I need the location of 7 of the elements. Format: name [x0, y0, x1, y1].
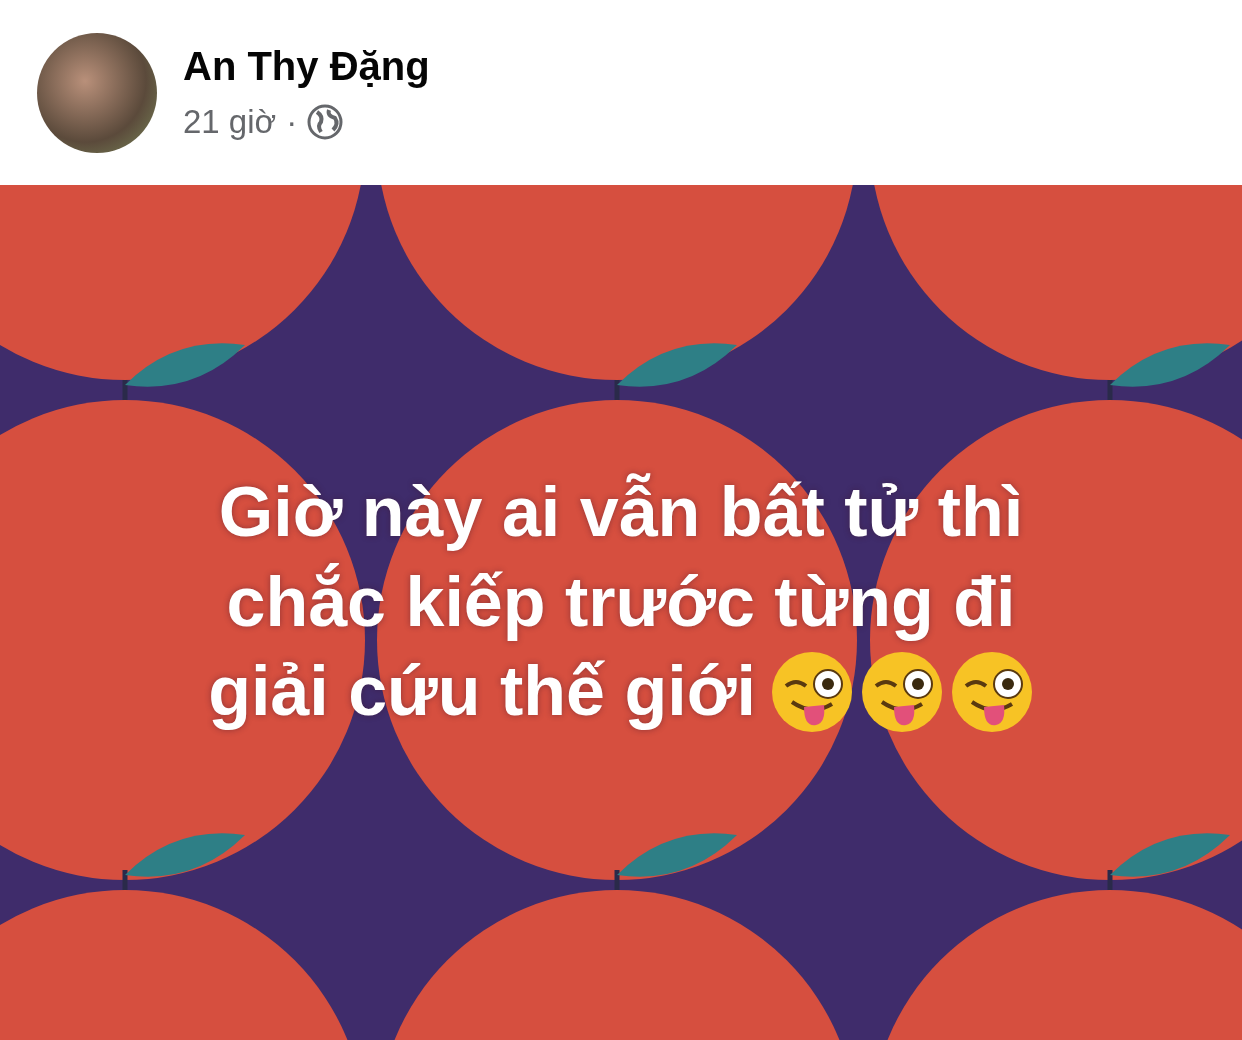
separator-dot: ·	[286, 103, 298, 141]
globe-icon	[307, 104, 344, 140]
winking-face-icon	[949, 650, 1034, 734]
author-name[interactable]: An Thy Đặng	[183, 44, 430, 89]
post-time[interactable]: 21 giờ	[183, 103, 277, 141]
winking-face-icon	[769, 650, 854, 734]
winking-face-icon	[859, 650, 944, 734]
